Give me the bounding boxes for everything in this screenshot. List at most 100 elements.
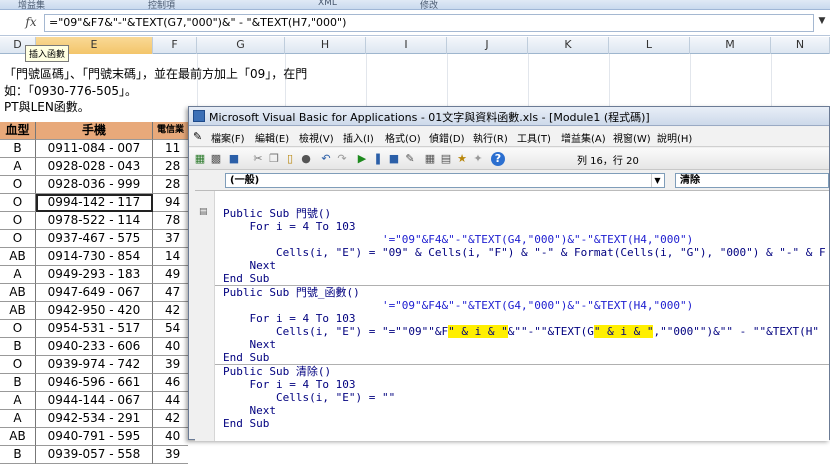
menu-window[interactable]: 視窗(W) xyxy=(613,130,651,145)
pause-icon[interactable]: ❚ xyxy=(371,152,385,166)
blood-type-cell[interactable]: O xyxy=(0,212,36,230)
redo-icon[interactable]: ↷ xyxy=(335,152,349,166)
phone-cell[interactable]: 0954-531 - 517 xyxy=(36,320,153,338)
vba-titlebar[interactable]: Microsoft Visual Basic for Applications … xyxy=(189,107,829,126)
phone-cell[interactable]: 0994-142 - 117 xyxy=(36,194,153,212)
blood-type-cell[interactable]: AB xyxy=(0,428,36,446)
phone-cell[interactable]: 0942-950 - 420 xyxy=(36,302,153,320)
column-header-n[interactable]: N xyxy=(771,37,830,54)
column-header-g[interactable]: G xyxy=(197,37,285,54)
formula-input[interactable]: ="09"&F7&"-"&TEXT(G7,"000")&" - "&TEXT(H… xyxy=(44,14,814,32)
phone-cell[interactable]: 0939-057 - 558 xyxy=(36,446,153,464)
cut-icon[interactable]: ✂ xyxy=(251,152,265,166)
blood-type-cell[interactable]: O xyxy=(0,320,36,338)
blood-type-cell[interactable]: O xyxy=(0,176,36,194)
carrier-cell[interactable]: 28 xyxy=(153,176,188,194)
reset-icon[interactable]: ■ xyxy=(387,152,401,166)
blood-type-cell[interactable]: B xyxy=(0,374,36,392)
view-excel-icon[interactable]: ▦ xyxy=(193,152,207,166)
blood-type-cell[interactable]: O xyxy=(0,194,36,212)
phone-cell[interactable]: 0944-144 - 067 xyxy=(36,392,153,410)
column-header-k[interactable]: K xyxy=(528,37,609,54)
menu-insert[interactable]: 插入(I) xyxy=(343,130,374,145)
menu-view[interactable]: 檢視(V) xyxy=(299,130,334,145)
blood-type-cell[interactable]: B xyxy=(0,140,36,158)
carrier-cell[interactable]: 78 xyxy=(153,212,188,230)
blood-type-cell[interactable]: AB xyxy=(0,248,36,266)
menu-file[interactable]: 檔案(F) xyxy=(211,130,245,145)
carrier-cell[interactable]: 40 xyxy=(153,338,188,356)
carrier-cell[interactable]: 37 xyxy=(153,230,188,248)
blood-type-cell[interactable]: O xyxy=(0,356,36,374)
vba-menu-icon[interactable]: ✎ xyxy=(193,130,202,143)
help-icon[interactable]: ? xyxy=(491,152,505,166)
menu-addins[interactable]: 增益集(A) xyxy=(561,130,606,145)
blood-type-cell[interactable]: A xyxy=(0,410,36,428)
undo-icon[interactable]: ↶ xyxy=(319,152,333,166)
menu-edit[interactable]: 編輯(E) xyxy=(255,130,289,145)
column-header-f[interactable]: F xyxy=(153,37,197,54)
design-mode-icon[interactable]: ✎ xyxy=(403,152,417,166)
carrier-cell[interactable]: 47 xyxy=(153,284,188,302)
blood-type-cell[interactable]: A xyxy=(0,266,36,284)
carrier-cell[interactable]: 39 xyxy=(153,446,188,464)
find-icon[interactable]: ● xyxy=(299,152,313,166)
phone-cell[interactable]: 0911-084 - 007 xyxy=(36,140,153,158)
chevron-down-icon[interactable]: ▼ xyxy=(651,174,663,187)
carrier-cell[interactable]: 40 xyxy=(153,428,188,446)
blood-type-cell[interactable]: B xyxy=(0,446,36,464)
phone-cell[interactable]: 0928-028 - 043 xyxy=(36,158,153,176)
menu-tools[interactable]: 工具(T) xyxy=(517,130,551,145)
procedure-view-icon[interactable]: ▤ xyxy=(199,207,208,217)
column-header-h[interactable]: H xyxy=(285,37,366,54)
carrier-cell[interactable]: 11 xyxy=(153,140,188,158)
code-margin[interactable]: ▤ xyxy=(195,191,215,441)
properties-icon[interactable]: ▤ xyxy=(439,152,453,166)
carrier-cell[interactable]: 94 xyxy=(153,194,188,212)
phone-cell[interactable]: 0928-036 - 999 xyxy=(36,176,153,194)
phone-cell[interactable]: 0949-293 - 183 xyxy=(36,266,153,284)
blood-type-cell[interactable]: AB xyxy=(0,302,36,320)
blood-type-cell[interactable]: B xyxy=(0,338,36,356)
copy-icon[interactable]: ❐ xyxy=(267,152,281,166)
object-browser-icon[interactable]: ★ xyxy=(455,152,469,166)
run-icon[interactable]: ▶ xyxy=(355,152,369,166)
carrier-cell[interactable]: 49 xyxy=(153,266,188,284)
phone-cell[interactable]: 0946-596 - 661 xyxy=(36,374,153,392)
column-header-l[interactable]: L xyxy=(609,37,690,54)
object-dropdown[interactable]: (一般) xyxy=(225,173,665,188)
phone-cell[interactable]: 0914-730 - 854 xyxy=(36,248,153,266)
carrier-cell[interactable]: 14 xyxy=(153,248,188,266)
chevron-down-icon[interactable]: ▼ xyxy=(816,16,828,32)
phone-cell[interactable]: 0937-467 - 575 xyxy=(36,230,153,248)
carrier-cell[interactable]: 39 xyxy=(153,356,188,374)
menu-help[interactable]: 說明(H) xyxy=(657,130,692,145)
header-blood-type[interactable]: 血型 xyxy=(0,122,36,140)
phone-cell[interactable]: 0947-649 - 067 xyxy=(36,284,153,302)
phone-cell[interactable]: 0940-233 - 606 xyxy=(36,338,153,356)
blood-type-cell[interactable]: AB xyxy=(0,284,36,302)
insert-function-button[interactable]: fx xyxy=(22,15,40,31)
carrier-cell[interactable]: 54 xyxy=(153,320,188,338)
code-editor[interactable]: Public Sub 門號() For i = 4 To 103 '="09"&… xyxy=(215,191,829,441)
header-carrier[interactable]: 電信業 xyxy=(153,122,188,140)
carrier-cell[interactable]: 46 xyxy=(153,374,188,392)
insert-module-icon[interactable]: ▩ xyxy=(209,152,223,166)
menu-debug[interactable]: 偵錯(D) xyxy=(429,130,465,145)
save-icon[interactable]: ■ xyxy=(227,152,241,166)
carrier-cell[interactable]: 42 xyxy=(153,410,188,428)
blood-type-cell[interactable]: A xyxy=(0,392,36,410)
column-header-i[interactable]: I xyxy=(366,37,447,54)
blood-type-cell[interactable]: A xyxy=(0,158,36,176)
phone-cell[interactable]: 0940-791 - 595 xyxy=(36,428,153,446)
blood-type-cell[interactable]: O xyxy=(0,230,36,248)
menu-format[interactable]: 格式(O) xyxy=(385,130,421,145)
toolbox-icon[interactable]: ✦ xyxy=(471,152,485,166)
menu-run[interactable]: 執行(R) xyxy=(473,130,508,145)
carrier-cell[interactable]: 42 xyxy=(153,302,188,320)
procedure-dropdown[interactable]: 清除 xyxy=(675,173,829,188)
phone-cell[interactable]: 0942-534 - 291 xyxy=(36,410,153,428)
carrier-cell[interactable]: 28 xyxy=(153,158,188,176)
column-header-j[interactable]: J xyxy=(447,37,528,54)
phone-cell[interactable]: 0978-522 - 114 xyxy=(36,212,153,230)
